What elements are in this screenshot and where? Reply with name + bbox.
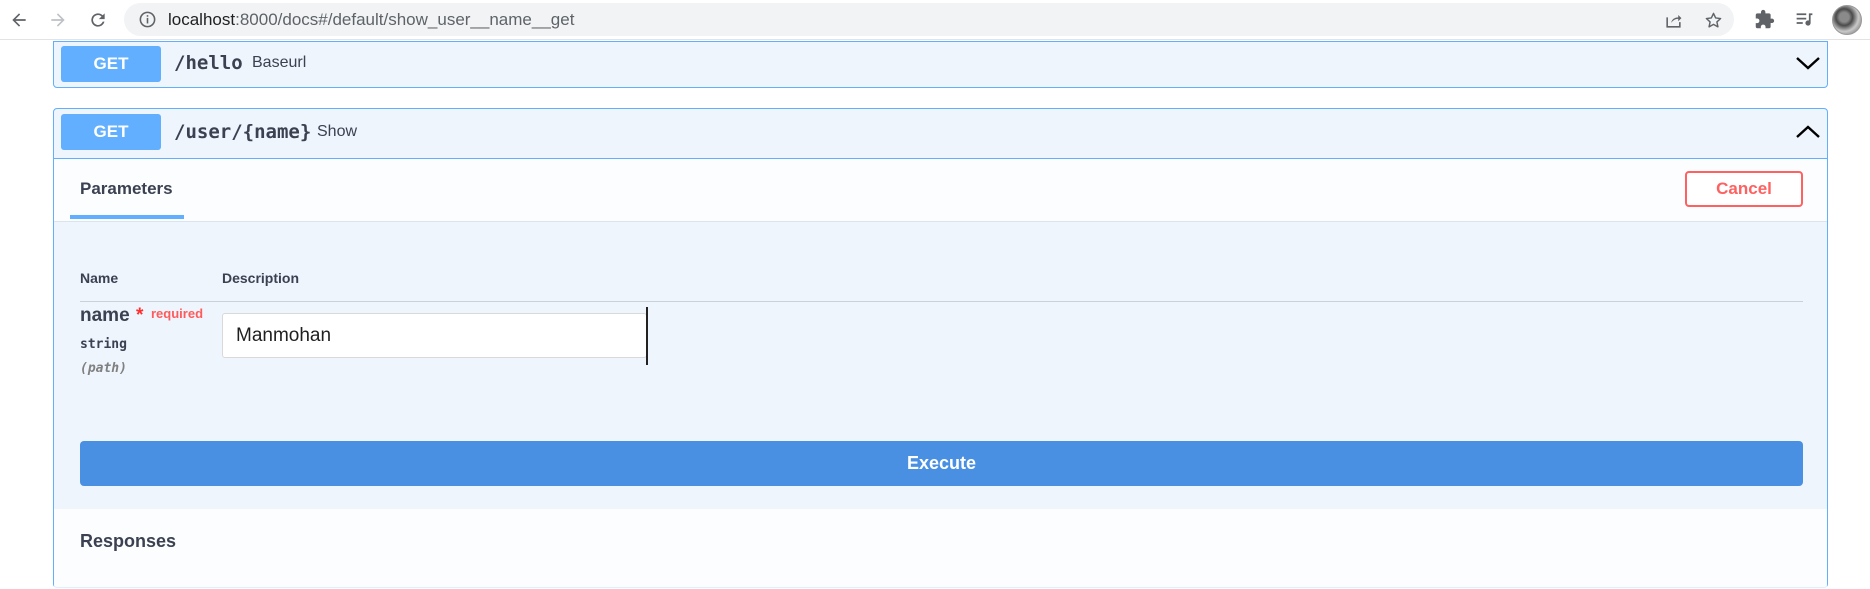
chevron-down-icon (1796, 57, 1820, 70)
expand-button[interactable] (1795, 52, 1821, 74)
operation-description: Baseurl (252, 54, 307, 71)
reload-icon (91, 13, 105, 27)
parameter-name: name (80, 305, 130, 326)
cancel-button[interactable]: Cancel (1685, 171, 1803, 207)
execute-button[interactable]: Execute (80, 441, 1803, 486)
active-tab-indicator (70, 215, 184, 219)
forward-button[interactable] (44, 6, 72, 34)
share-icon (1665, 14, 1681, 28)
media-queue-icon (1796, 12, 1812, 26)
extensions-button[interactable] (1752, 7, 1776, 31)
url-text: localhost:8000/docs#/default/show_user__… (168, 10, 574, 30)
operation-show-user: GET /user/{name} Show Parameters Cancel … (53, 108, 1828, 589)
back-button[interactable] (5, 6, 33, 34)
reload-button[interactable] (84, 6, 112, 34)
required-label: required (151, 306, 204, 321)
operation-path: /user/{name} (174, 121, 312, 143)
operation-path: /hello (174, 52, 243, 74)
forward-arrow-icon (51, 13, 65, 27)
url-host: localhost (168, 10, 236, 29)
chevron-up-icon (1796, 125, 1820, 138)
puzzle-icon (1755, 9, 1774, 28)
tab-parameters[interactable]: Parameters (70, 159, 184, 221)
collapse-button[interactable] (1795, 121, 1821, 143)
bookmark-button[interactable] (1702, 9, 1724, 31)
operation-description: Show (317, 123, 358, 140)
operation-show-user-summary[interactable]: GET /user/{name} Show (54, 109, 1827, 157)
share-button[interactable] (1662, 9, 1684, 31)
parameter-type: string (80, 337, 127, 352)
operation-hello: GET /hello Baseurl (53, 41, 1828, 88)
parameters-header: Parameters Cancel (54, 159, 1827, 222)
responses-section: Responses (54, 509, 1827, 589)
text-cursor (646, 307, 648, 365)
profile-avatar[interactable] (1832, 5, 1862, 35)
back-arrow-icon (12, 13, 26, 27)
column-header-name: Name (80, 270, 119, 286)
tab-parameters-label: Parameters (80, 179, 173, 198)
method-badge: GET (61, 114, 161, 150)
method-badge: GET (61, 46, 161, 82)
parameters-table-header: Name Description (80, 261, 1803, 302)
required-marker: * (136, 305, 144, 326)
address-bar[interactable]: localhost:8000/docs#/default/show_user__… (124, 3, 1734, 36)
url-path: :8000/docs#/default/show_user__name__get (235, 10, 575, 29)
operation-hello-summary[interactable]: GET /hello Baseurl (54, 42, 1827, 87)
responses-title: Responses (80, 531, 177, 551)
browser-toolbar: localhost:8000/docs#/default/show_user__… (0, 0, 1870, 40)
parameter-location: (path) (80, 361, 127, 376)
name-parameter-input[interactable] (222, 313, 647, 358)
reading-list-button[interactable] (1792, 7, 1816, 31)
column-header-description: Description (222, 270, 300, 286)
site-info-icon[interactable] (138, 10, 157, 29)
star-icon (1705, 12, 1721, 28)
